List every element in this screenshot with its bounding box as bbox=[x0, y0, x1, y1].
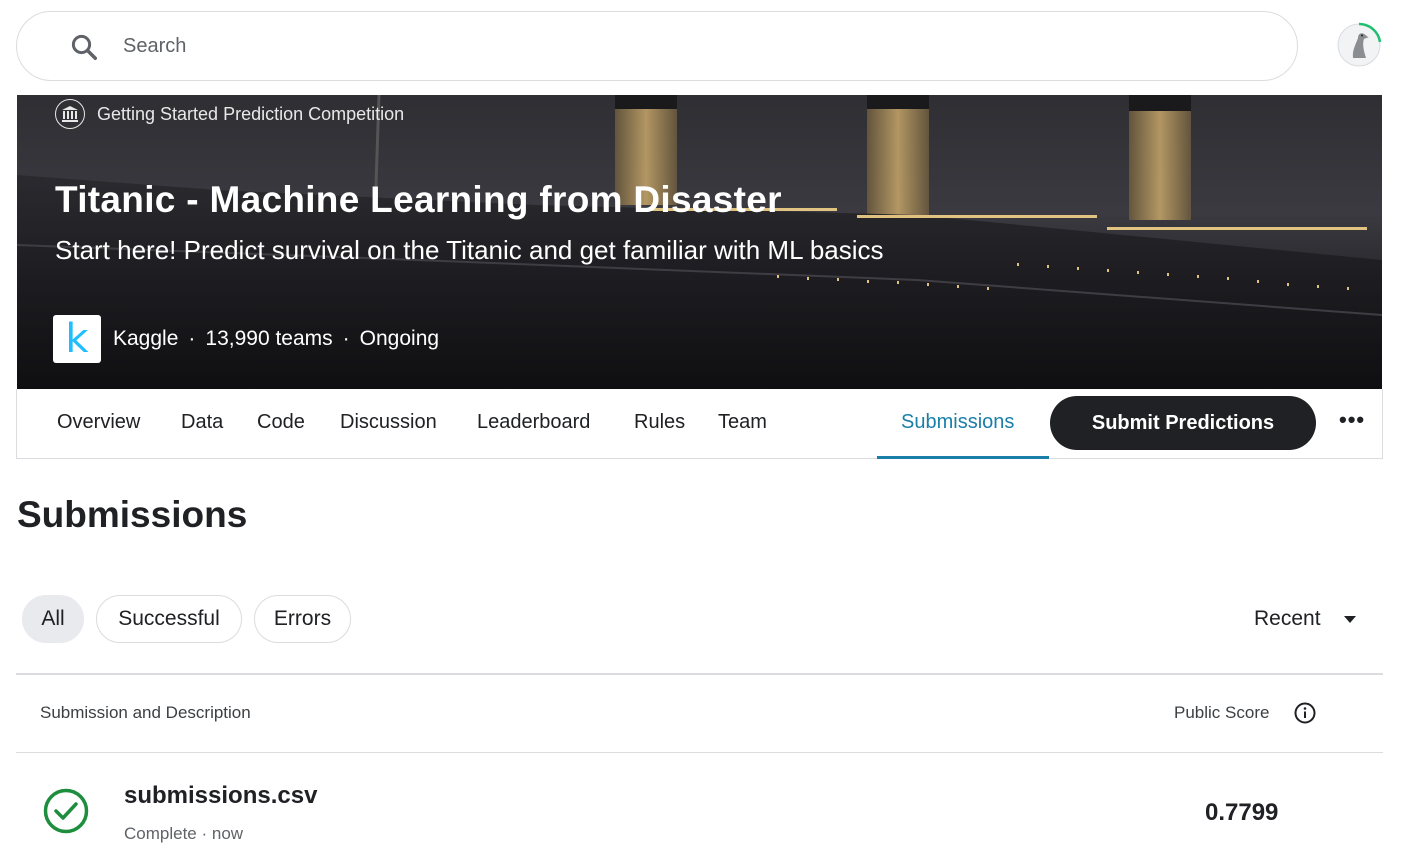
filter-all-chip[interactable]: All bbox=[22, 595, 84, 643]
table-header-divider bbox=[16, 752, 1383, 753]
institution-icon bbox=[55, 99, 85, 129]
competition-type: Getting Started Prediction Competition bbox=[55, 99, 404, 129]
competition-subtitle: Start here! Predict survival on the Tita… bbox=[55, 235, 884, 265]
tab-rules[interactable]: Rules bbox=[634, 411, 685, 434]
public-score-value: 0.7799 bbox=[1205, 799, 1279, 826]
tab-leaderboard[interactable]: Leaderboard bbox=[477, 411, 590, 434]
competition-host-info: k Kaggle · 13,990 teams · Ongoing bbox=[53, 315, 439, 363]
tab-data[interactable]: Data bbox=[181, 411, 223, 434]
user-avatar-icon[interactable] bbox=[1336, 22, 1382, 68]
filter-successful-chip[interactable]: Successful bbox=[96, 595, 242, 643]
competition-tabs: Overview Data Code Discussion Leaderboar… bbox=[16, 389, 1383, 459]
submission-status: Complete · now bbox=[124, 824, 244, 843]
filter-errors-chip[interactable]: Errors bbox=[254, 595, 351, 643]
separator: · bbox=[342, 327, 350, 350]
info-icon[interactable] bbox=[1294, 702, 1316, 724]
competition-banner: Getting Started Prediction Competition T… bbox=[17, 95, 1382, 389]
column-header-description: Submission and Description bbox=[40, 703, 251, 722]
sort-dropdown[interactable]: Recent bbox=[1254, 607, 1321, 631]
separator: · bbox=[188, 327, 196, 350]
column-header-public-score: Public Score bbox=[1174, 703, 1270, 722]
tab-code[interactable]: Code bbox=[257, 411, 305, 434]
caret-down-icon[interactable] bbox=[1344, 616, 1356, 623]
page-title: Submissions bbox=[17, 494, 248, 535]
search-input[interactable]: Search bbox=[123, 35, 186, 58]
tab-overview[interactable]: Overview bbox=[57, 411, 140, 434]
submission-file-name[interactable]: submissions.csv bbox=[124, 782, 317, 810]
tab-team[interactable]: Team bbox=[718, 411, 767, 434]
team-count: 13,990 teams bbox=[205, 327, 333, 350]
kaggle-logo[interactable]: k bbox=[53, 315, 101, 363]
table-top-divider bbox=[16, 673, 1383, 675]
active-tab-indicator bbox=[877, 456, 1049, 459]
competition-type-label: Getting Started Prediction Competition bbox=[97, 103, 405, 124]
check-circle-icon bbox=[43, 788, 89, 834]
submit-predictions-button[interactable]: Submit Predictions bbox=[1050, 396, 1316, 450]
tab-discussion[interactable]: Discussion bbox=[340, 411, 437, 434]
search-bar[interactable]: Search bbox=[16, 11, 1298, 81]
competition-status: Ongoing bbox=[359, 327, 440, 350]
more-options-button[interactable]: ••• bbox=[1339, 407, 1365, 433]
host-name[interactable]: Kaggle bbox=[113, 327, 178, 351]
tab-submissions[interactable]: Submissions bbox=[901, 411, 1014, 434]
competition-title: Titanic - Machine Learning from Disaster bbox=[55, 179, 782, 220]
search-icon bbox=[71, 34, 97, 60]
